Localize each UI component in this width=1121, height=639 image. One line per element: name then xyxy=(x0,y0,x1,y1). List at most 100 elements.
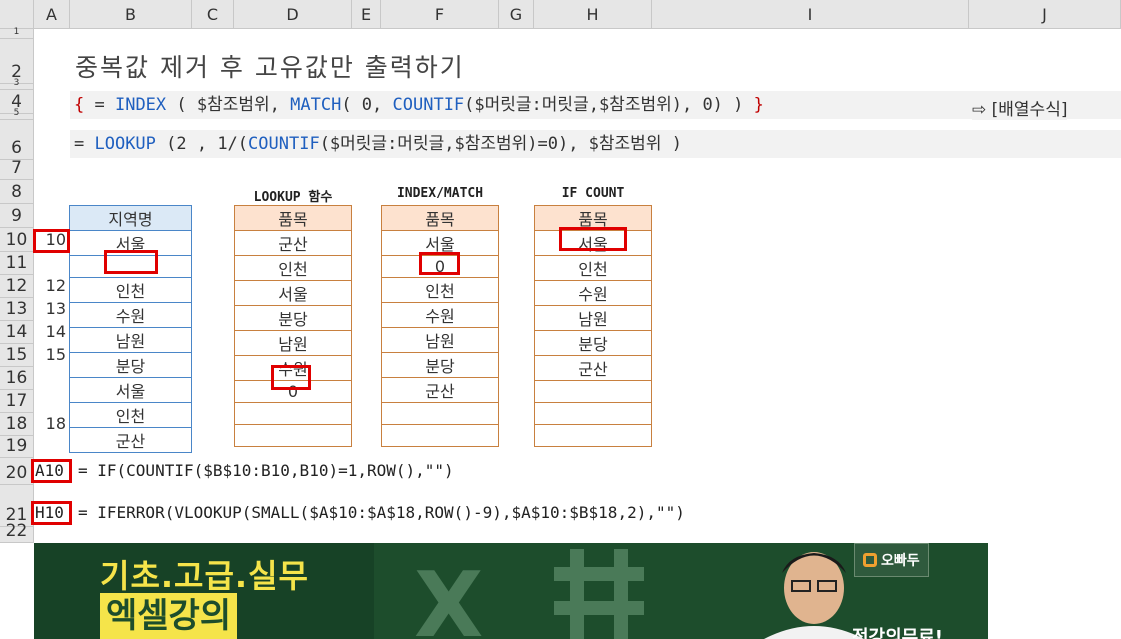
table_index-header[interactable]: 품목 xyxy=(381,205,499,231)
table-row: 수원 xyxy=(534,280,652,306)
column-header-b[interactable]: B xyxy=(70,0,192,29)
table_region-cell[interactable]: 서울 xyxy=(69,377,192,403)
table_index-cell[interactable] xyxy=(381,424,499,447)
table_ifcount-cell[interactable]: 분당 xyxy=(534,330,652,356)
table_index-cell[interactable]: 군산 xyxy=(381,377,499,403)
table_region-cell[interactable]: 분당 xyxy=(69,352,192,378)
row-header-6[interactable]: 6 xyxy=(0,120,34,160)
row-header-20[interactable]: 20 xyxy=(0,458,34,485)
helper-cell[interactable]: 14 xyxy=(36,322,66,341)
formula-index-match: { = INDEX ( $참조범위, MATCH( 0, COUNTIF($머릿… xyxy=(70,91,1121,119)
helper-cell[interactable]: 12 xyxy=(36,276,66,295)
table_ifcount-cell[interactable]: 군산 xyxy=(534,355,652,381)
helper-cell[interactable]: 13 xyxy=(36,299,66,318)
highlight-f11 xyxy=(419,252,460,275)
column-header-a[interactable]: A xyxy=(34,0,70,29)
table-row xyxy=(234,424,352,447)
brand-logo-icon xyxy=(863,553,877,567)
row-header-1[interactable]: 1 xyxy=(0,28,34,39)
banner-line1: 기초.고급.실무 xyxy=(100,557,309,595)
brand-badge: 오빠두 xyxy=(854,543,929,577)
row-header-18[interactable]: 18 xyxy=(0,413,34,436)
table_region-header[interactable]: 지역명 xyxy=(69,205,192,231)
caption-if-count: IF COUNT xyxy=(561,186,625,201)
table-row: 분당 xyxy=(234,305,352,331)
column-header-f[interactable]: F xyxy=(381,0,499,29)
table-row: 남원 xyxy=(534,305,652,331)
row-header-7[interactable]: 7 xyxy=(0,158,34,180)
table-row: 남원 xyxy=(381,327,499,353)
excel-grid-icon xyxy=(554,549,644,639)
column-header-d[interactable]: D xyxy=(234,0,352,29)
row-header-14[interactable]: 14 xyxy=(0,321,34,344)
table_index-cell[interactable]: 분당 xyxy=(381,352,499,378)
select-all-corner[interactable] xyxy=(0,0,34,29)
table_index-cell[interactable]: 남원 xyxy=(381,327,499,353)
course-banner-image[interactable]: 기초.고급.실무 엑셀강의 X 오빠두 전강의무료! xyxy=(34,543,988,639)
table_region-cell[interactable]: 인천 xyxy=(69,402,192,428)
table_ifcount-cell[interactable]: 수원 xyxy=(534,280,652,306)
ref-a10-cell: A10 xyxy=(35,461,64,480)
row-header-8[interactable]: 8 xyxy=(0,180,34,204)
row-header-15[interactable]: 15 xyxy=(0,344,34,367)
table-row: 인천 xyxy=(234,255,352,281)
helper-cell[interactable]: 15 xyxy=(36,345,66,364)
column-header-e[interactable]: E xyxy=(352,0,381,29)
column-header-c[interactable]: C xyxy=(192,0,234,29)
caption-lookup: LOOKUP 함수 xyxy=(253,190,333,205)
table-row: 인천 xyxy=(69,277,192,303)
table_ifcount-cell[interactable] xyxy=(534,380,652,403)
table-row xyxy=(534,424,652,447)
table-row: 인천 xyxy=(534,255,652,281)
row-header-17[interactable]: 17 xyxy=(0,390,34,413)
row-header-13[interactable]: 13 xyxy=(0,298,34,321)
table_lookup-cell[interactable] xyxy=(234,402,352,425)
array-formula-note: ⇨ [배열수식] xyxy=(972,95,1068,120)
table-row xyxy=(381,402,499,425)
table_index-cell[interactable]: 인천 xyxy=(381,277,499,303)
table_ifcount-cell[interactable] xyxy=(534,424,652,447)
table-row xyxy=(534,380,652,403)
row-header-12[interactable]: 12 xyxy=(0,275,34,298)
table_index-cell[interactable] xyxy=(381,402,499,425)
table_region-cell[interactable]: 군산 xyxy=(69,427,192,453)
table_lookup-cell[interactable]: 서울 xyxy=(234,280,352,306)
table-row: 서울 xyxy=(234,280,352,306)
table_ifcount-cell[interactable]: 남원 xyxy=(534,305,652,331)
table_lookup-cell[interactable]: 군산 xyxy=(234,230,352,256)
table_ifcount-cell[interactable] xyxy=(534,402,652,425)
row-header-11[interactable]: 11 xyxy=(0,252,34,275)
column-header-h[interactable]: H xyxy=(534,0,652,29)
table-row xyxy=(534,402,652,425)
table-row: 남원 xyxy=(69,327,192,353)
highlight-d16 xyxy=(271,365,311,390)
column-header-j[interactable]: J xyxy=(969,0,1121,29)
table_region-cell[interactable]: 인천 xyxy=(69,277,192,303)
ref-a10-formula: = IF(COUNTIF($B$10:B10,B10)=1,ROW(),"") xyxy=(78,461,454,480)
table_lookup-cell[interactable]: 인천 xyxy=(234,255,352,281)
brand-name: 오빠두 xyxy=(881,553,920,569)
table-row: 남원 xyxy=(234,330,352,356)
table_lookup-cell[interactable]: 분당 xyxy=(234,305,352,331)
row-header-9[interactable]: 9 xyxy=(0,204,34,228)
table_lookup-cell[interactable] xyxy=(234,424,352,447)
ref-h10-formula: = IFERROR(VLOOKUP(SMALL($A$10:$A$18,ROW(… xyxy=(78,503,685,522)
row-header-19[interactable]: 19 xyxy=(0,436,34,458)
table-row xyxy=(381,424,499,447)
row-header-16[interactable]: 16 xyxy=(0,367,34,390)
table-row: 서울 xyxy=(69,377,192,403)
column-header-i[interactable]: I xyxy=(652,0,969,29)
column-header-g[interactable]: G xyxy=(499,0,534,29)
page-title: 중복값 제거 후 고유값만 출력하기 xyxy=(75,53,465,82)
row-header-10[interactable]: 10 xyxy=(0,228,34,252)
table_index-cell[interactable]: 수원 xyxy=(381,302,499,328)
banner-line2: 엑셀강의 xyxy=(100,593,238,639)
table_lookup-cell[interactable]: 남원 xyxy=(234,330,352,356)
table_region-cell[interactable]: 수원 xyxy=(69,302,192,328)
table-row: 분당 xyxy=(381,352,499,378)
row-header-22[interactable]: 22 xyxy=(0,521,34,543)
table_region-cell[interactable]: 남원 xyxy=(69,327,192,353)
table_lookup-header[interactable]: 품목 xyxy=(234,205,352,231)
helper-cell[interactable]: 18 xyxy=(36,414,66,433)
table_ifcount-cell[interactable]: 인천 xyxy=(534,255,652,281)
